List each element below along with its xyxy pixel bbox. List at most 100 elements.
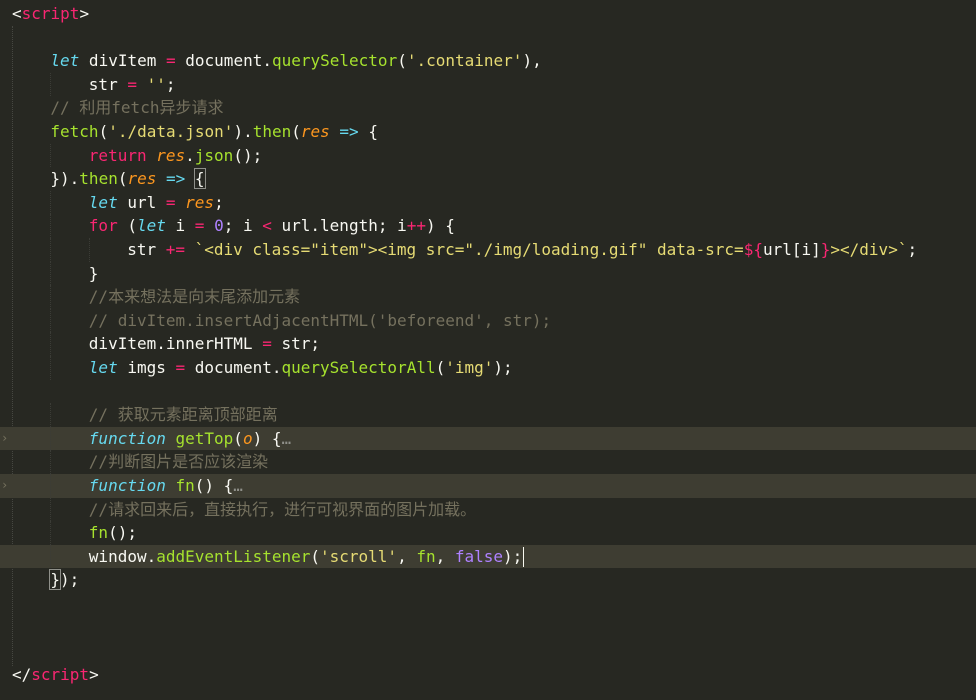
code-line[interactable]: divItem.innerHTML = str; xyxy=(0,332,976,356)
code-line[interactable] xyxy=(0,26,976,50)
code-token-plain: > xyxy=(89,664,99,684)
code-token-function: getTop xyxy=(175,428,234,448)
indent-guide xyxy=(50,72,52,97)
code-text: </script> xyxy=(12,663,99,687)
code-token-string: 'img' xyxy=(445,358,494,377)
code-token-keyword: = xyxy=(165,192,176,212)
text-cursor xyxy=(523,547,525,568)
code-token-keyword: ++ xyxy=(406,216,426,236)
code-line[interactable] xyxy=(0,380,976,404)
indent-guide xyxy=(50,403,52,427)
folded-ellipsis-icon[interactable]: … xyxy=(281,429,291,448)
code-token-function: fn xyxy=(175,476,195,495)
code-line[interactable]: // 利用fetch异步请求 xyxy=(0,96,976,120)
code-text: fn(); xyxy=(89,521,137,545)
indent-guide xyxy=(50,356,52,380)
code-token-plain: window. xyxy=(88,546,157,566)
code-line[interactable]: //本来想法是向末尾添加元素 xyxy=(0,285,976,309)
code-token-plain: url[i] xyxy=(762,240,821,259)
code-token-parameter: o xyxy=(242,428,253,448)
code-token-string: ></div>` xyxy=(830,240,908,259)
code-text: fetch('./data.json').then(res => { xyxy=(50,120,378,144)
indent-guide xyxy=(50,426,52,451)
code-token-plain: ); xyxy=(60,570,80,590)
code-line[interactable]: return res.json(); xyxy=(0,143,976,168)
code-line[interactable]: function getTop(o) {… xyxy=(0,426,976,451)
code-line[interactable]: </script> xyxy=(0,663,976,687)
code-token-keyword: for xyxy=(88,216,118,236)
code-token-keyword: } xyxy=(820,240,831,259)
code-token-number: 0 xyxy=(214,216,224,236)
code-text: function fn() {… xyxy=(89,474,243,498)
code-token-plain: , xyxy=(435,546,455,566)
code-line[interactable]: for (let i = 0; i < url.length; i++) { xyxy=(0,214,976,238)
code-editor[interactable]: <script> let divItem = document.querySele… xyxy=(0,0,976,700)
indent-guide xyxy=(50,308,52,333)
code-text: let divItem = document.querySelector('.c… xyxy=(50,49,541,73)
code-line[interactable]: // divItem.insertAdjacentHTML('beforeend… xyxy=(0,308,976,333)
code-line[interactable] xyxy=(0,592,976,616)
code-token-plain: i xyxy=(165,216,195,236)
code-token-storage: let xyxy=(50,51,80,71)
code-line[interactable]: }); xyxy=(0,568,976,592)
indent-guide xyxy=(50,544,52,569)
indent-guide xyxy=(50,238,52,262)
code-line[interactable]: let url = res; xyxy=(0,190,976,215)
folded-ellipsis-icon[interactable]: … xyxy=(233,476,243,495)
code-text: //本来想法是向末尾添加元素 xyxy=(89,285,300,309)
code-token-comment: // divItem.insertAdjacentHTML('beforeend… xyxy=(88,310,552,330)
code-line[interactable]: } xyxy=(0,261,976,286)
code-line[interactable]: window.addEventListener('scroll', fn, fa… xyxy=(0,544,976,569)
code-line[interactable]: fetch('./data.json').then(res => { xyxy=(0,120,976,144)
code-token-string: '' xyxy=(146,74,166,94)
code-line[interactable]: str = ''; xyxy=(0,72,976,97)
code-token-plain: } xyxy=(88,263,99,283)
code-token-plain: ; xyxy=(165,74,176,94)
indent-guide xyxy=(50,261,52,286)
code-token-plain: } xyxy=(49,569,61,591)
code-text: <script> xyxy=(12,2,89,26)
code-line[interactable]: let imgs = document.querySelectorAll('im… xyxy=(0,356,976,380)
code-line[interactable]: fn(); xyxy=(0,521,976,545)
code-token-plain: document. xyxy=(175,51,272,71)
code-token-keyword: script xyxy=(31,664,90,684)
code-line[interactable]: <script> xyxy=(0,2,976,26)
code-token-comment: // 利用fetch异步请求 xyxy=(50,98,224,118)
code-text: }).then(res => { xyxy=(50,167,206,191)
code-token-plain: imgs xyxy=(117,358,176,377)
code-text: str += `<div class="item"><img src="./im… xyxy=(127,238,917,262)
code-text: divItem.innerHTML = str; xyxy=(89,332,320,356)
indent-guide xyxy=(50,143,52,168)
code-text: }); xyxy=(49,568,80,592)
code-token-plain: ( xyxy=(435,358,446,377)
code-line[interactable] xyxy=(0,639,976,663)
code-token-plain: url.length; i xyxy=(271,216,407,236)
code-token-string: 'scroll' xyxy=(320,546,398,566)
code-line[interactable]: //请求回来后，直接执行，进行可视界面的图片加载。 xyxy=(0,497,976,522)
code-token-keyword: = xyxy=(175,358,186,377)
code-line[interactable]: let divItem = document.querySelector('.c… xyxy=(0,49,976,73)
code-token-keyword: script xyxy=(21,4,80,23)
code-line[interactable] xyxy=(0,616,976,640)
code-line[interactable]: }).then(res => { xyxy=(0,167,976,191)
code-text: //请求回来后，直接执行，进行可视界面的图片加载。 xyxy=(89,498,476,522)
code-text: // 利用fetch异步请求 xyxy=(50,96,223,120)
code-text: // 获取元素距离顶部距离 xyxy=(89,403,278,427)
code-line[interactable]: function fn() {… xyxy=(0,474,976,498)
code-token-plain: str; xyxy=(271,334,320,354)
code-token-plain: ). xyxy=(233,122,253,141)
code-line[interactable]: //判断图片是否应该渲染 xyxy=(0,450,976,474)
code-line[interactable]: str += `<div class="item"><img src="./im… xyxy=(0,238,976,262)
code-token-parameter: res xyxy=(300,122,330,141)
code-text: function getTop(o) {… xyxy=(89,427,291,451)
code-token-plain: str xyxy=(88,74,128,94)
code-text: str = ''; xyxy=(89,73,176,97)
code-token-keyword: = xyxy=(127,74,137,94)
code-line[interactable]: // 获取元素距离顶部距离 xyxy=(0,403,976,427)
code-token-plain: ; xyxy=(907,240,918,259)
